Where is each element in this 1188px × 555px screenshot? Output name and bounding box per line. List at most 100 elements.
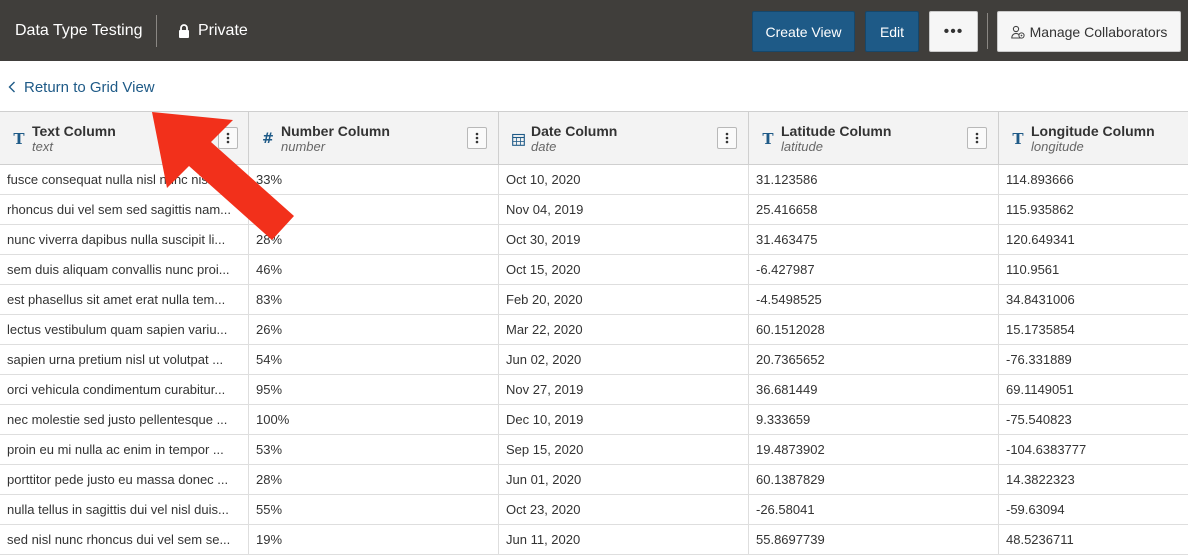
cell-text[interactable]: sapien urna pretium nisl ut volutpat ...: [0, 345, 249, 374]
column-menu-button[interactable]: [967, 127, 987, 149]
cell-text[interactable]: porttitor pede justo eu massa donec ...: [0, 465, 249, 494]
cell-number[interactable]: 28%: [249, 225, 499, 254]
cell-longitude[interactable]: 120.649341: [999, 225, 1188, 254]
table-row[interactable]: sem duis aliquam convallis nunc proi... 4…: [0, 255, 1188, 285]
text-type-icon: T: [13, 130, 25, 148]
cell-latitude[interactable]: 55.8697739: [749, 525, 999, 554]
cell-text[interactable]: sed nisl nunc rhoncus dui vel sem se...: [0, 525, 249, 554]
manage-collaborators-button[interactable]: Manage Collaborators: [997, 11, 1181, 52]
vertical-dots-icon: [725, 132, 729, 144]
table-row[interactable]: est phasellus sit amet erat nulla tem...…: [0, 285, 1188, 315]
cell-longitude[interactable]: 115.935862: [999, 195, 1188, 224]
table-row[interactable]: nulla tellus in sagittis dui vel nisl du…: [0, 495, 1188, 525]
table-row[interactable]: lectus vestibulum quam sapien variu... 26…: [0, 315, 1188, 345]
cell-longitude[interactable]: 48.5236711: [999, 525, 1188, 554]
cell-date[interactable]: Nov 27, 2019: [499, 375, 749, 404]
cell-longitude[interactable]: -75.540823: [999, 405, 1188, 434]
cell-longitude[interactable]: 34.8431006: [999, 285, 1188, 314]
column-header-date[interactable]: Date Column date: [499, 112, 749, 164]
cell-latitude[interactable]: 36.681449: [749, 375, 999, 404]
cell-latitude[interactable]: 19.4873902: [749, 435, 999, 464]
cell-text[interactable]: proin eu mi nulla ac enim in tempor ...: [0, 435, 249, 464]
table-row[interactable]: porttitor pede justo eu massa donec ... 2…: [0, 465, 1188, 495]
table-row[interactable]: nunc viverra dapibus nulla suscipit li..…: [0, 225, 1188, 255]
dataset-title: Data Type Testing: [15, 22, 143, 39]
column-header-longitude[interactable]: T Longitude Column longitude: [999, 112, 1188, 164]
column-name: Longitude Column: [1031, 123, 1155, 139]
cell-text[interactable]: orci vehicula condimentum curabitur...: [0, 375, 249, 404]
cell-number[interactable]: 26%: [249, 315, 499, 344]
cell-latitude[interactable]: 25.416658: [749, 195, 999, 224]
cell-latitude[interactable]: 60.1512028: [749, 315, 999, 344]
cell-latitude[interactable]: 20.7365652: [749, 345, 999, 374]
cell-date[interactable]: Jun 02, 2020: [499, 345, 749, 374]
cell-longitude[interactable]: 114.893666: [999, 165, 1188, 194]
column-header-text[interactable]: T Text Column text: [0, 112, 249, 164]
cell-latitude[interactable]: 31.463475: [749, 225, 999, 254]
column-menu-button[interactable]: [218, 127, 238, 149]
table-row[interactable]: fusce consequat nulla nisl nunc nisl ...…: [0, 165, 1188, 195]
cell-date[interactable]: Mar 22, 2020: [499, 315, 749, 344]
cell-longitude[interactable]: 14.3822323: [999, 465, 1188, 494]
cell-number[interactable]: 33%: [249, 165, 499, 194]
table-row[interactable]: rhoncus dui vel sem sed sagittis nam... 2…: [0, 195, 1188, 225]
cell-longitude[interactable]: -76.331889: [999, 345, 1188, 374]
cell-date[interactable]: Jun 11, 2020: [499, 525, 749, 554]
cell-longitude[interactable]: 110.9561: [999, 255, 1188, 284]
cell-date[interactable]: Dec 10, 2019: [499, 405, 749, 434]
cell-latitude[interactable]: 9.333659: [749, 405, 999, 434]
table-row[interactable]: sapien urna pretium nisl ut volutpat ...…: [0, 345, 1188, 375]
cell-date[interactable]: Nov 04, 2019: [499, 195, 749, 224]
cell-text[interactable]: est phasellus sit amet erat nulla tem...: [0, 285, 249, 314]
cell-latitude[interactable]: -26.58041: [749, 495, 999, 524]
cell-longitude[interactable]: -59.63094: [999, 495, 1188, 524]
cell-text[interactable]: nunc viverra dapibus nulla suscipit li..…: [0, 225, 249, 254]
cell-latitude[interactable]: 60.1387829: [749, 465, 999, 494]
table-row[interactable]: sed nisl nunc rhoncus dui vel sem se... 1…: [0, 525, 1188, 555]
cell-number[interactable]: 95%: [249, 375, 499, 404]
cell-date[interactable]: Feb 20, 2020: [499, 285, 749, 314]
cell-text[interactable]: nulla tellus in sagittis dui vel nisl du…: [0, 495, 249, 524]
cell-date[interactable]: Oct 10, 2020: [499, 165, 749, 194]
cell-text[interactable]: rhoncus dui vel sem sed sagittis nam...: [0, 195, 249, 224]
cell-number[interactable]: 46%: [249, 255, 499, 284]
column-field-name: longitude: [1031, 139, 1084, 154]
cell-number[interactable]: 2: [249, 195, 499, 224]
return-to-grid-view-link[interactable]: Return to Grid View: [8, 77, 155, 97]
cell-longitude[interactable]: 15.1735854: [999, 315, 1188, 344]
column-header-latitude[interactable]: T Latitude Column latitude: [749, 112, 999, 164]
cell-date[interactable]: Jun 01, 2020: [499, 465, 749, 494]
table-row[interactable]: orci vehicula condimentum curabitur... 95…: [0, 375, 1188, 405]
edit-button[interactable]: Edit: [865, 11, 919, 52]
more-options-button[interactable]: •••: [929, 11, 978, 52]
cell-longitude[interactable]: 69.1149051: [999, 375, 1188, 404]
cell-text[interactable]: nec molestie sed justo pellentesque ...: [0, 405, 249, 434]
cell-date[interactable]: Oct 23, 2020: [499, 495, 749, 524]
column-menu-button[interactable]: [467, 127, 487, 149]
cell-number[interactable]: 53%: [249, 435, 499, 464]
cell-number[interactable]: 19%: [249, 525, 499, 554]
chevron-left-icon: [8, 81, 15, 93]
top-bar: Data Type Testing Private Create View Ed…: [0, 0, 1188, 61]
cell-date[interactable]: Oct 30, 2019: [499, 225, 749, 254]
table-row[interactable]: nec molestie sed justo pellentesque ... 1…: [0, 405, 1188, 435]
cell-number[interactable]: 28%: [249, 465, 499, 494]
cell-number[interactable]: 100%: [249, 405, 499, 434]
column-header-number[interactable]: # Number Column number: [249, 112, 499, 164]
create-view-button[interactable]: Create View: [752, 11, 855, 52]
cell-text[interactable]: fusce consequat nulla nisl nunc nisl ...: [0, 165, 249, 194]
cell-number[interactable]: 83%: [249, 285, 499, 314]
cell-text[interactable]: lectus vestibulum quam sapien variu...: [0, 315, 249, 344]
cell-date[interactable]: Oct 15, 2020: [499, 255, 749, 284]
table-row[interactable]: proin eu mi nulla ac enim in tempor ... 5…: [0, 435, 1188, 465]
cell-number[interactable]: 55%: [249, 495, 499, 524]
column-menu-button[interactable]: [717, 127, 737, 149]
cell-latitude[interactable]: 31.123586: [749, 165, 999, 194]
cell-longitude[interactable]: -104.6383777: [999, 435, 1188, 464]
cell-latitude[interactable]: -4.5498525: [749, 285, 999, 314]
cell-latitude[interactable]: -6.427987: [749, 255, 999, 284]
cell-number[interactable]: 54%: [249, 345, 499, 374]
cell-text[interactable]: sem duis aliquam convallis nunc proi...: [0, 255, 249, 284]
cell-date[interactable]: Sep 15, 2020: [499, 435, 749, 464]
column-name: Date Column: [531, 123, 618, 139]
